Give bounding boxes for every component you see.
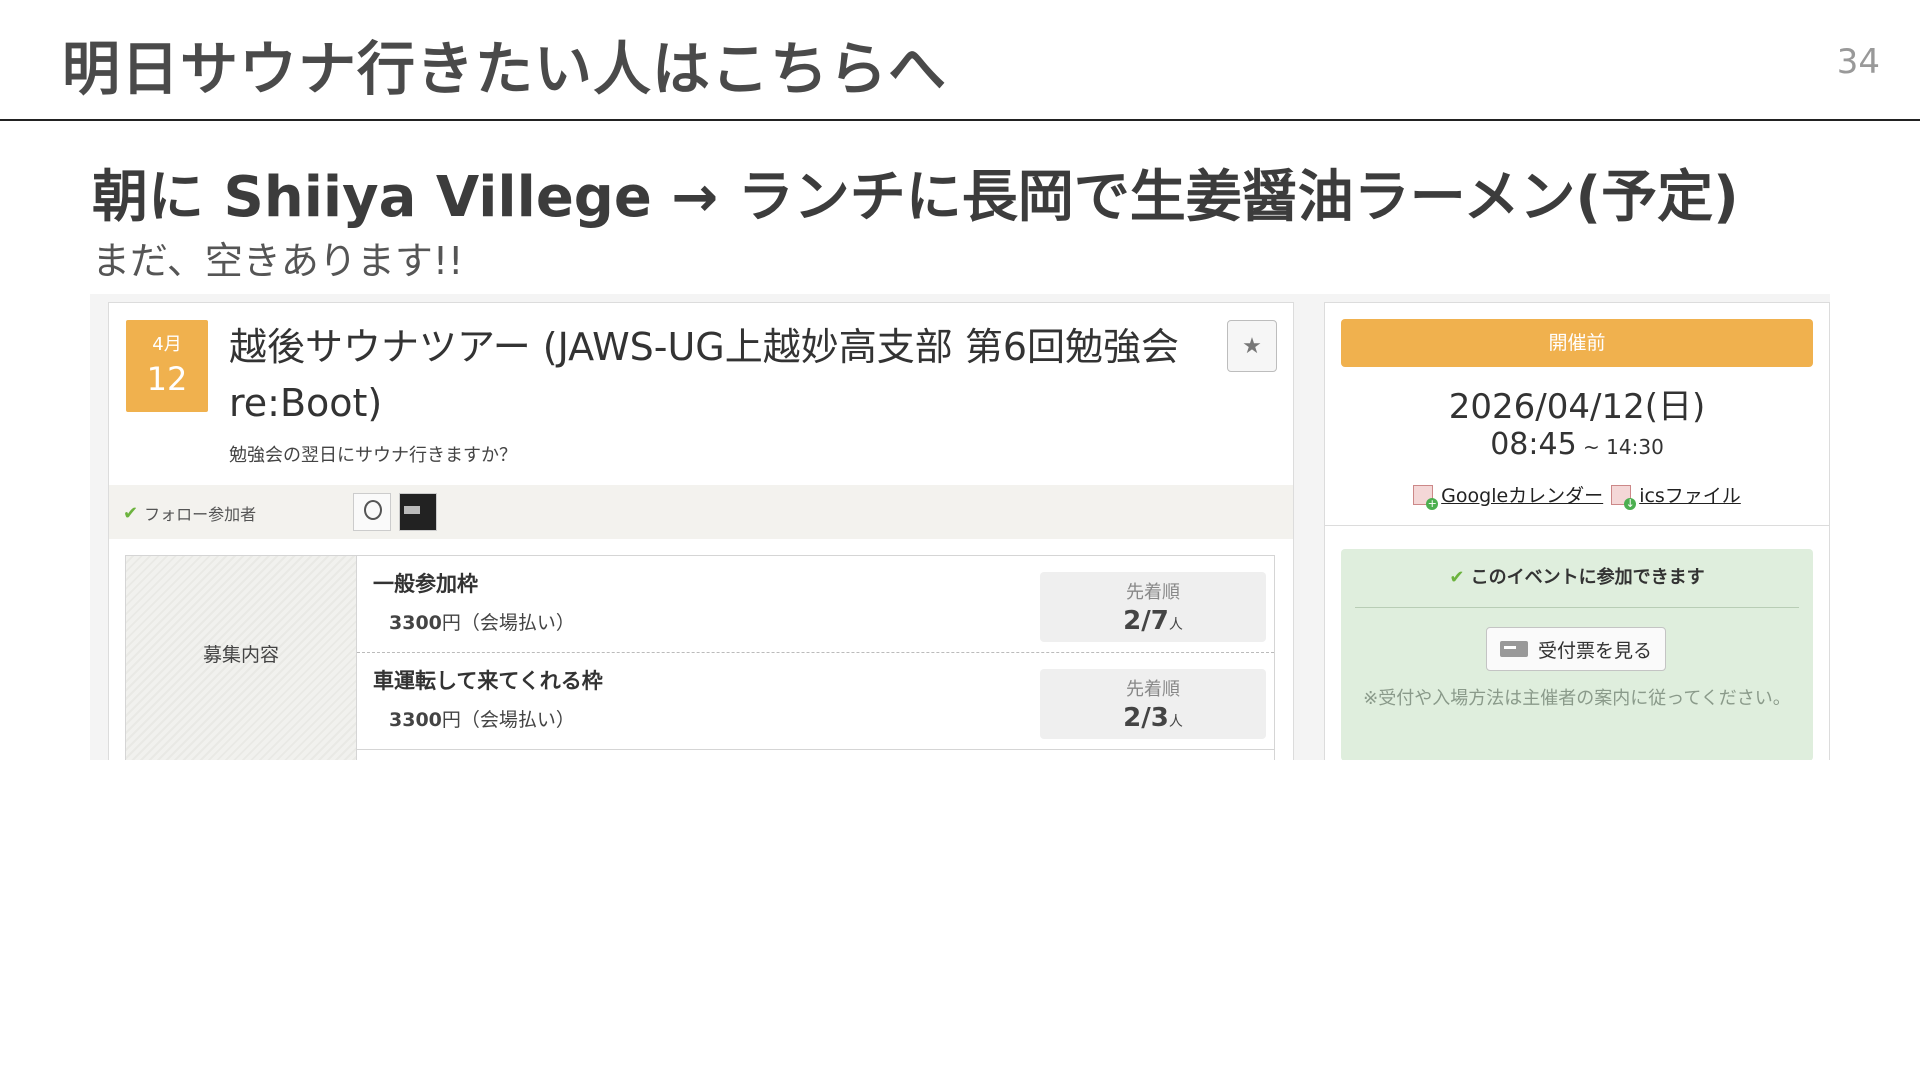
date-badge: 4月 12: [126, 320, 208, 412]
slide-title: 明日サウナ行きたい人はこちらへ: [62, 35, 948, 103]
event-date: 2026/04/12(日): [1448, 387, 1706, 427]
event-side-card: 開催前 2026/04/12(日) 08:45 ~ 14:30 Googleカレ…: [1324, 302, 1830, 760]
page-number: 34: [1836, 42, 1880, 82]
slot-price-suffix: 円（会場払い）: [441, 612, 575, 634]
slot-order-type: 先着順: [1126, 582, 1180, 603]
event-page-screenshot: 4月 12 越後サウナツアー (JAWS-UG上越妙高支部 第6回勉強会 re:…: [90, 294, 1830, 760]
event-title[interactable]: 越後サウナツアー (JAWS-UG上越妙高支部 第6回勉強会 re:Boot): [229, 319, 1209, 431]
ticket-icon: [1499, 641, 1528, 657]
slot-name: 一般参加枠: [373, 572, 478, 596]
follow-participants: ✔ フォロー参加者: [123, 501, 256, 525]
recruitment-table: 募集内容 一般参加枠 3300円（会場払い） 先着順 2/7人 車運転して来てく…: [125, 555, 1275, 760]
slot-price-suffix: 円（会場払い）: [441, 709, 575, 731]
slot-price-amount: 3300: [389, 612, 442, 634]
ticket-slot: 一般参加枠 3300円（会場払い） 先着順 2/7人: [357, 556, 1274, 653]
slot-count-value: 2/7: [1123, 606, 1169, 636]
follow-participants-label: フォロー参加者: [144, 505, 257, 524]
recruitment-label: 募集内容: [202, 644, 279, 666]
slide-subheading: 朝に Shiiya Villege → ランチに長岡で生姜醤油ラーメン(予定): [92, 165, 1739, 230]
slot-name: 車運転して来てくれる枠: [373, 669, 603, 693]
join-panel: ✔ このイベントに参加できます 受付票を見る ※受付や入場方法は主催者の案内に従…: [1341, 549, 1813, 760]
slot-count-value: 2/3: [1123, 703, 1169, 733]
avatar[interactable]: [399, 493, 437, 531]
date-badge-month: 4月: [152, 334, 182, 355]
date-badge-day: 12: [146, 360, 188, 398]
slot-price-amount: 3300: [389, 709, 442, 731]
check-icon: ✔: [1449, 567, 1471, 588]
slot-count-unit: 人: [1168, 617, 1183, 633]
ics-file-link[interactable]: icsファイル: [1639, 481, 1741, 508]
slot-price: 3300円（会場払い）: [389, 608, 575, 635]
event-main-card: 4月 12 越後サウナツアー (JAWS-UG上越妙高支部 第6回勉強会 re:…: [108, 302, 1294, 760]
join-message-text: このイベントに参加できます: [1470, 567, 1705, 588]
slide-note: まだ、空きあります!!: [92, 239, 464, 283]
slot-count: 2/3人: [1040, 703, 1266, 733]
recruitment-header: 募集内容: [126, 556, 357, 760]
status-badge: 開催前: [1341, 319, 1813, 367]
entry-notice: ※受付や入場方法は主催者の案内に従ってください。: [1363, 688, 1791, 709]
event-time-separator: ~: [1576, 435, 1607, 459]
title-divider: [0, 119, 1920, 121]
slot-capacity: 先着順 2/3人: [1040, 669, 1266, 739]
side-divider: [1325, 525, 1829, 526]
join-divider: [1355, 607, 1799, 608]
slot-count-unit: 人: [1168, 714, 1183, 730]
event-description: 勉強会の翌日にサウナ行きますか？: [229, 445, 517, 466]
slot-order-type: 先着順: [1126, 679, 1180, 700]
bookmark-button[interactable]: ★: [1227, 320, 1277, 372]
ticket-slot: 車運転して来てくれる枠 3300円（会場払い） 先着順 2/3人: [357, 653, 1274, 750]
join-message: ✔ このイベントに参加できます: [1341, 563, 1813, 589]
slot-capacity: 先着順 2/7人: [1040, 572, 1266, 642]
google-calendar-link[interactable]: Googleカレンダー: [1441, 481, 1603, 508]
event-start-time: 08:45: [1490, 427, 1577, 462]
avatar[interactable]: [353, 493, 391, 531]
star-icon: ★: [1242, 333, 1262, 359]
event-end-time: 14:30: [1606, 435, 1664, 459]
view-ticket-button[interactable]: 受付票を見る: [1486, 627, 1666, 671]
follow-participants-bar: ✔ フォロー参加者: [109, 485, 1293, 539]
calendar-links: Googleカレンダー icsファイル: [1325, 481, 1829, 510]
slot-price: 3300円（会場払い）: [389, 705, 575, 732]
calendar-add-icon: [1413, 484, 1439, 510]
check-icon: ✔: [123, 502, 139, 524]
calendar-download-icon: [1611, 484, 1637, 510]
slot-count: 2/7人: [1040, 606, 1266, 636]
event-time: 08:45 ~ 14:30: [1325, 427, 1829, 462]
view-ticket-label: 受付票を見る: [1537, 639, 1652, 662]
